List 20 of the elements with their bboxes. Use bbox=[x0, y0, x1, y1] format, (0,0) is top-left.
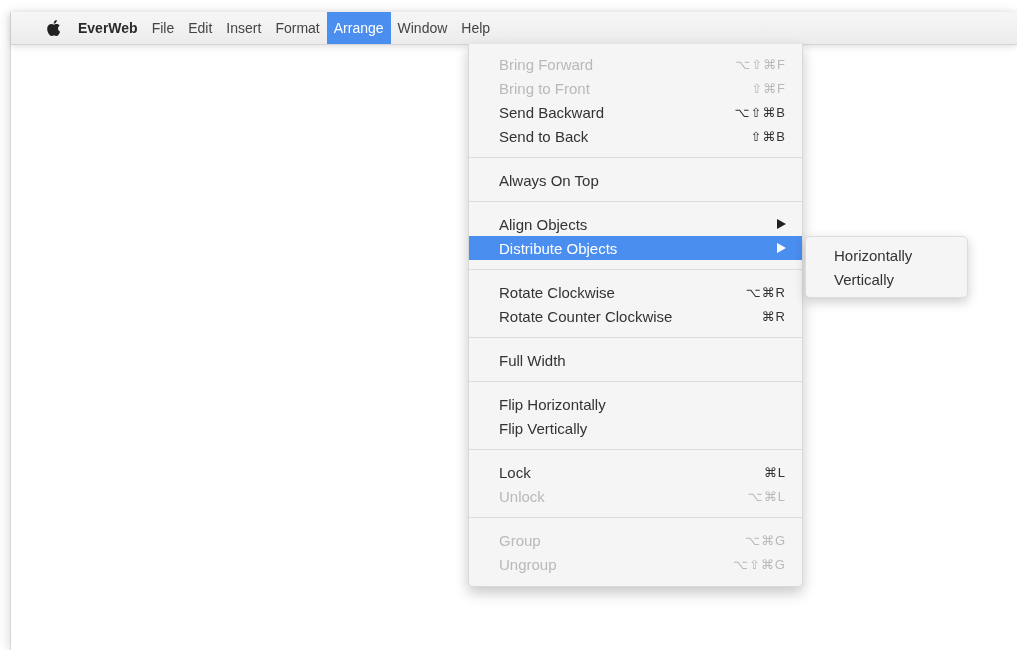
menu-item[interactable]: Rotate Counter Clockwise ⌘R bbox=[469, 304, 802, 328]
menu-item[interactable]: Flip Vertically bbox=[469, 416, 802, 440]
menu-title[interactable]: File bbox=[144, 12, 182, 44]
menu-item[interactable]: Vertically bbox=[806, 267, 967, 291]
menu-title[interactable]: Window bbox=[390, 12, 455, 44]
menu-item[interactable]: Horizontally bbox=[806, 243, 967, 267]
menu-item[interactable]: Lock ⌘L bbox=[469, 460, 802, 484]
app-menu[interactable]: EverWeb bbox=[71, 12, 145, 44]
menu-item[interactable]: Always On Top bbox=[469, 168, 802, 192]
menu-title[interactable]: Format bbox=[268, 12, 327, 44]
menu-item[interactable]: Flip Horizontally bbox=[469, 392, 802, 416]
menu-item[interactable]: Send to Back ⇧⌘B bbox=[469, 124, 802, 148]
menu-item[interactable]: Rotate Clockwise ⌥⌘R bbox=[469, 280, 802, 304]
menu-item[interactable]: Send Backward ⌥⇧⌘B bbox=[469, 100, 802, 124]
apple-logo-icon[interactable] bbox=[45, 19, 61, 37]
menu-item[interactable]: Full Width bbox=[469, 348, 802, 372]
menu-item[interactable]: Align Objects bbox=[469, 212, 802, 236]
menu-title[interactable]: Edit bbox=[181, 12, 220, 44]
menu-title[interactable]: Insert bbox=[219, 12, 269, 44]
menu-title[interactable]: Help bbox=[454, 12, 498, 44]
